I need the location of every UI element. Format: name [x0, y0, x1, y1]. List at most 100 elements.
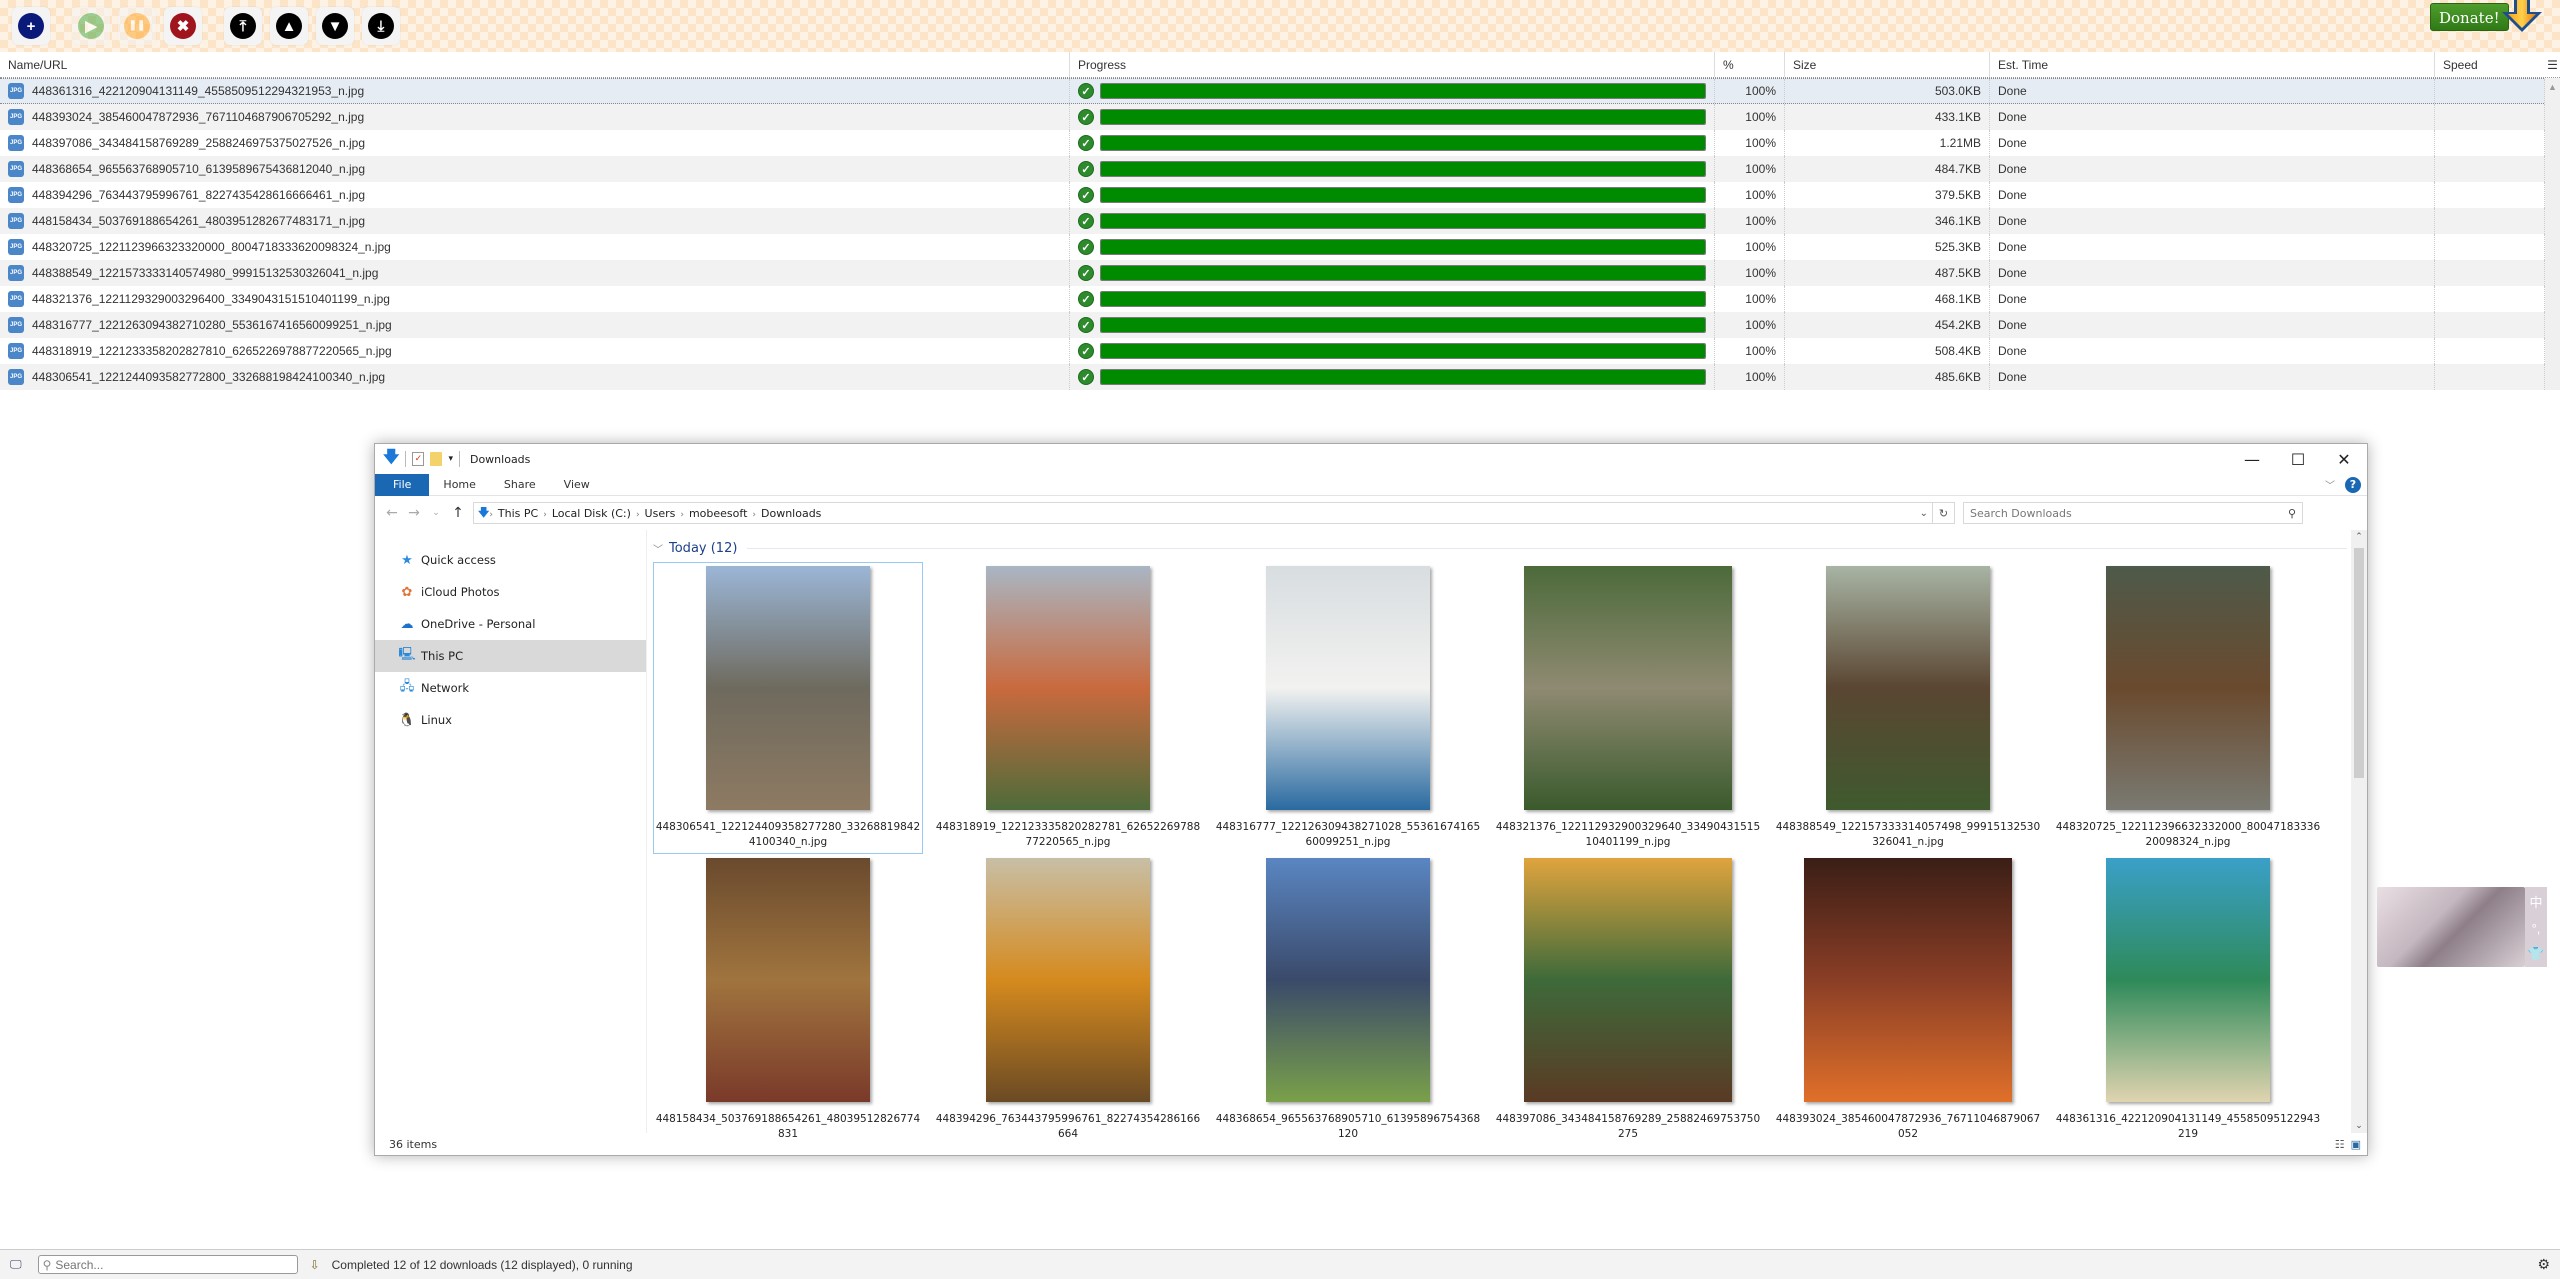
download-row[interactable]: JPG 448306541_1221244093582772800_3326881… [0, 364, 2560, 390]
address-dropdown-icon[interactable]: ⌄ [1920, 508, 1932, 519]
nav-item-quick-access[interactable]: ★ Quick access [375, 544, 646, 576]
scrollbar-thumb[interactable] [2354, 548, 2364, 778]
breadcrumb-item[interactable]: This PC [498, 507, 538, 520]
search-icon[interactable]: ⚲ [2288, 507, 2296, 520]
download-row[interactable]: JPG 448361316_422120904131149_45585095122… [0, 78, 2560, 104]
breadcrumb-item[interactable]: Downloads [761, 507, 821, 520]
add-button[interactable]: + [12, 7, 50, 45]
breadcrumb-item[interactable]: mobeesoft [689, 507, 747, 520]
ime-skin-icon[interactable]: 👕 [2528, 946, 2544, 962]
donate-button[interactable]: Donate! [2430, 3, 2509, 31]
column-header-progress[interactable]: Progress [1070, 52, 1715, 77]
breadcrumb-separator-icon[interactable]: › [752, 510, 756, 520]
download-row[interactable]: JPG 448318919_1221233358202827810_6265226… [0, 338, 2560, 364]
column-menu-icon[interactable]: ☰ [2545, 52, 2560, 77]
recent-locations-button[interactable]: ⌄ [425, 508, 447, 518]
settings-gear-icon[interactable]: ⚙ [2537, 1256, 2550, 1273]
scroll-up-icon[interactable]: ▲ [2545, 82, 2560, 92]
download-row[interactable]: JPG 448394296_763443795996761_82274354286… [0, 182, 2560, 208]
breadcrumb-item[interactable]: Local Disk (C:) [552, 507, 631, 520]
file-thumbnail-item[interactable]: 448361316_422120904131149_45585095122943… [2053, 854, 2323, 1146]
downloads-search-input[interactable] [55, 1257, 276, 1272]
column-header-est-time[interactable]: Est. Time [1990, 52, 2435, 77]
move-up-button[interactable]: ▲ [270, 7, 308, 45]
file-thumbnail-item[interactable]: 448158434_503769188654261_48039512826774… [653, 854, 923, 1146]
close-button[interactable]: ✕ [2321, 444, 2367, 474]
column-header-name[interactable]: Name/URL [0, 52, 1070, 77]
start-button[interactable]: ▶ [72, 7, 110, 45]
explorer-scrollbar[interactable]: ⌃ ⌄ [2351, 530, 2367, 1133]
column-header-size[interactable]: Size [1785, 52, 1990, 77]
download-row[interactable]: JPG 448316777_1221263094382710280_5536167… [0, 312, 2560, 338]
file-thumbnail-item[interactable]: 448321376_122112932900329640_33490431515… [1493, 562, 1763, 854]
minimize-button[interactable]: — [2229, 444, 2275, 474]
ribbon-tab-view[interactable]: View [550, 474, 604, 496]
file-name-label: 448316777_122126309438271028_55361674165… [1215, 821, 1481, 848]
expand-ribbon-icon[interactable]: ﹀ [2325, 477, 2335, 492]
collapse-chevron-icon[interactable]: ﹀ [653, 541, 663, 556]
forward-button[interactable]: → [403, 505, 425, 521]
nav-item-icloud-photos[interactable]: ✿ iCloud Photos [375, 576, 646, 608]
customize-toolbar-icon[interactable]: ▾ [448, 454, 453, 464]
file-thumbnail-item[interactable]: 448394296_763443795996761_82274354286166… [933, 854, 1203, 1146]
file-thumbnail-item[interactable]: 448397086_343484158769289_25882469753750… [1493, 854, 1763, 1146]
refresh-button[interactable]: ↻ [1933, 502, 1955, 524]
pause-button[interactable]: ❚❚ [118, 7, 156, 45]
monitor-icon[interactable]: 🖵 [10, 1257, 22, 1272]
address-bar[interactable]: 🡇 › This PC › Local Disk (C:) › Users › mobeeso… [473, 502, 1933, 524]
ribbon-tab-home[interactable]: Home [429, 474, 489, 496]
details-view-icon[interactable]: ☷ [2335, 1138, 2345, 1151]
nav-item-linux[interactable]: 🐧 Linux [375, 704, 646, 736]
ime-punctuation-icon[interactable]: °, [2532, 921, 2541, 936]
progress-cell: ✓ [1070, 338, 1715, 364]
size-cell: 487.5KB [1785, 260, 1990, 286]
nav-item-this-pc[interactable]: 🖳 This PC [375, 640, 646, 672]
file-thumbnail-item[interactable]: 448306541_122124409358277280_33268819842… [653, 562, 923, 854]
scroll-up-icon[interactable]: ⌃ [2351, 532, 2367, 542]
ime-language-icon[interactable]: 中 [2529, 892, 2542, 911]
nav-item-network[interactable]: 🖧 Network [375, 672, 646, 704]
file-thumbnail-item[interactable]: 448368654_965563768905710_61395896754368… [1213, 854, 1483, 1146]
file-thumbnail-item[interactable]: 448316777_122126309438271028_55361674165… [1213, 562, 1483, 854]
floating-image-widget[interactable] [2377, 887, 2525, 967]
file-thumbnail-item[interactable]: 448320725_122112396632332000_80047183336… [2053, 562, 2323, 854]
download-row[interactable]: JPG 448388549_1221573333140574980_9991513… [0, 260, 2560, 286]
search-downloads-input[interactable]: Search Downloads ⚲ [1963, 502, 2303, 524]
download-row[interactable]: JPG 448320725_1221123966323320000_8004718… [0, 234, 2560, 260]
download-row[interactable]: JPG 448397086_343484158769289_25882469753… [0, 130, 2560, 156]
download-row[interactable]: JPG 448321376_1221129329003296400_3349043… [0, 286, 2560, 312]
download-row[interactable]: JPG 448158434_503769188654261_48039512826… [0, 208, 2560, 234]
move-down-button[interactable]: ▼ [316, 7, 354, 45]
breadcrumb-separator-icon[interactable]: › [543, 510, 547, 520]
group-header-today[interactable]: ﹀ Today (12) [653, 538, 2367, 558]
downloads-search-box[interactable]: ⚲ [37, 1255, 298, 1274]
nav-item-label: Network [421, 681, 470, 695]
scroll-down-icon[interactable]: ⌄ [2351, 1121, 2367, 1131]
breadcrumb-separator-icon[interactable]: › [489, 510, 493, 520]
file-thumbnail-item[interactable]: 448318919_122123335820282781_62652269788… [933, 562, 1203, 854]
move-bottom-button[interactable]: ⤓ [362, 7, 400, 45]
download-row[interactable]: JPG 448368654_965563768905710_61395896754… [0, 156, 2560, 182]
ribbon-tab-share[interactable]: Share [490, 474, 550, 496]
column-header-speed[interactable]: Speed [2435, 52, 2545, 77]
column-header-percent[interactable]: % [1715, 52, 1785, 77]
delete-button[interactable]: ✖ [164, 7, 202, 45]
back-button[interactable]: ← [381, 505, 403, 521]
large-icons-view-icon[interactable]: ▣ [2351, 1138, 2361, 1151]
new-folder-icon[interactable] [430, 452, 443, 466]
image-thumbnail [1266, 858, 1430, 1102]
breadcrumb-item[interactable]: Users [645, 507, 676, 520]
help-icon[interactable]: ? [2345, 476, 2361, 493]
move-top-button[interactable]: ⤒ [224, 7, 262, 45]
maximize-button[interactable]: ☐ [2275, 444, 2321, 474]
file-thumbnail-item[interactable]: 448393024_385460047872936_76711046879067… [1773, 854, 2043, 1146]
grid-scrollbar[interactable]: ▲ [2545, 78, 2560, 390]
breadcrumb-separator-icon[interactable]: › [636, 510, 640, 520]
ribbon-tab-file[interactable]: File [375, 473, 430, 496]
file-thumbnail-item[interactable]: 448388549_122157333314057498_99915132530… [1773, 562, 2043, 854]
nav-item-onedrive-personal[interactable]: ☁ OneDrive - Personal [375, 608, 646, 640]
download-row[interactable]: JPG 448393024_385460047872936_76711046879… [0, 104, 2560, 130]
breadcrumb-separator-icon[interactable]: › [680, 510, 684, 520]
up-button[interactable]: ↑ [447, 505, 469, 521]
properties-icon[interactable]: ✓ [412, 452, 425, 466]
